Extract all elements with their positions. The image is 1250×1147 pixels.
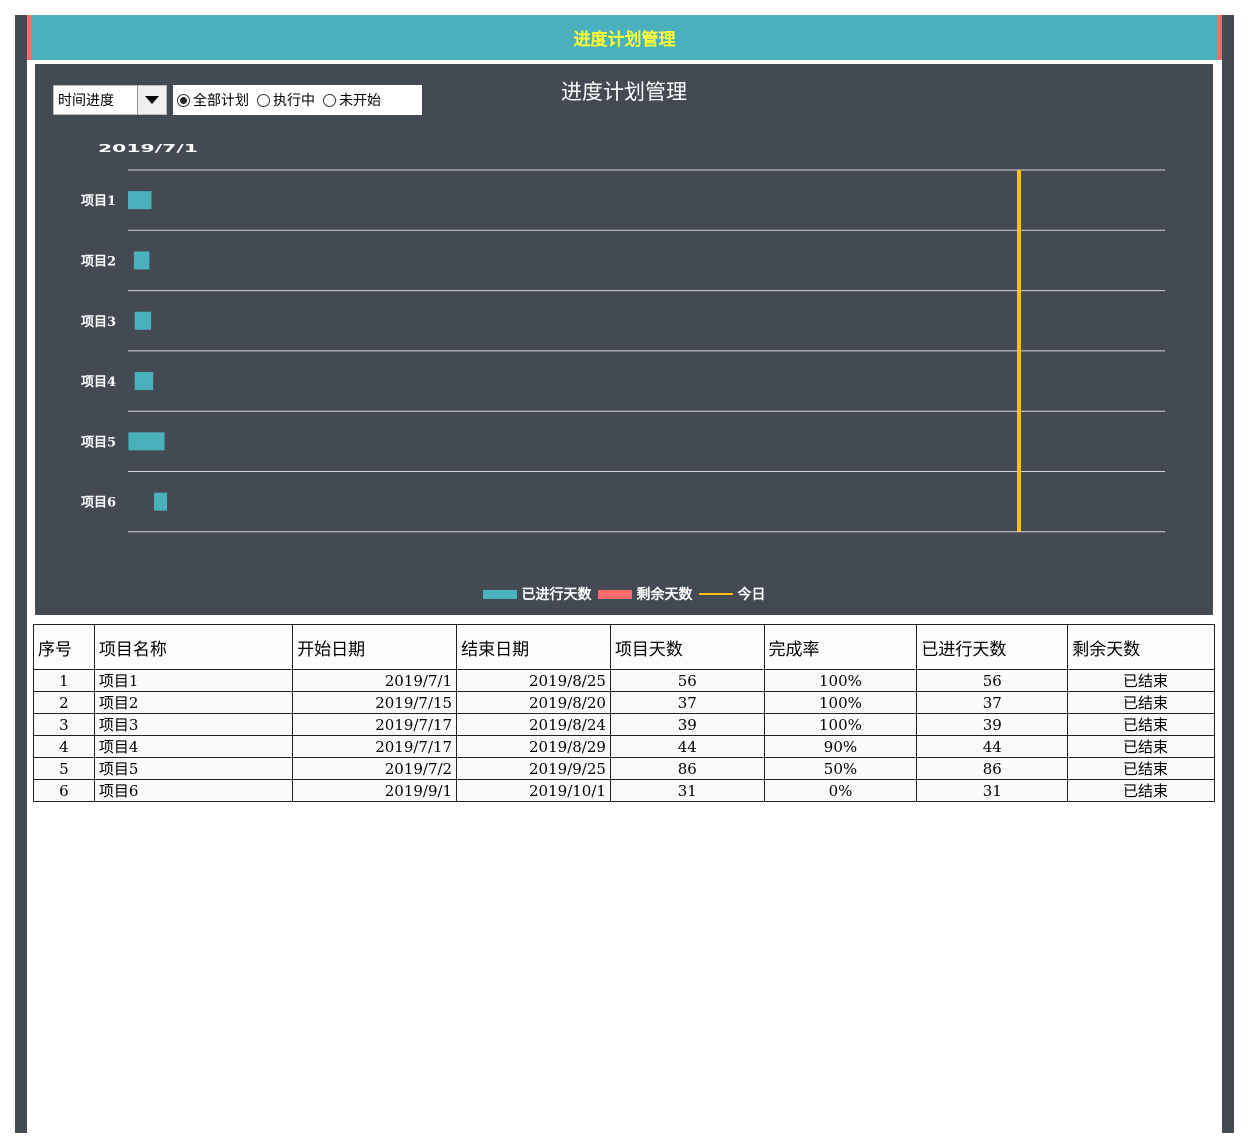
- category-label: 项目4: [81, 375, 116, 390]
- x-axis-tick-label: 2019/7/1: [98, 142, 198, 155]
- table-cell: 2019/7/17: [292, 735, 458, 758]
- category-label: 项目5: [81, 435, 116, 450]
- table-cell: 项目1: [93, 669, 294, 692]
- table-cell: 已结束: [1067, 735, 1215, 758]
- table-cell: 项目6: [93, 779, 294, 802]
- table-cell: 31: [916, 779, 1069, 802]
- table-cell: 56: [916, 669, 1069, 692]
- table-body: 1 项目1 2019/7/1 2019/8/25 56 100% 56 已结束 2 项目2 2019…: [33, 669, 1215, 802]
- column-header: 项目天数: [609, 624, 765, 670]
- column-header: 已进行天数: [916, 624, 1069, 670]
- table-cell: 2019/7/15: [292, 691, 458, 714]
- table-cell: 项目3: [93, 713, 294, 736]
- header-banner: 进度计划管理: [27, 15, 1222, 60]
- table-cell: 86: [609, 757, 765, 780]
- column-header: 完成率: [763, 624, 918, 670]
- table-cell: 4: [33, 735, 95, 758]
- table-cell: 2019/10/1: [456, 779, 611, 802]
- table-cell: 6: [33, 779, 95, 802]
- table-cell: 2019/7/2: [292, 757, 458, 780]
- table-row: 3 项目3 2019/7/17 2019/8/24 39 100% 39 已结束: [33, 713, 1215, 736]
- table-cell: 100%: [763, 691, 918, 714]
- bar-elapsed-days: [134, 311, 152, 330]
- table-cell: 39: [609, 713, 765, 736]
- legend-label: 已进行天数: [521, 587, 592, 603]
- bar-elapsed-days: [128, 191, 152, 210]
- legend-swatch-elapsed: [482, 589, 517, 599]
- legend-label: 剩余天数: [636, 587, 693, 603]
- table-row: 1 项目1 2019/7/1 2019/8/25 56 100% 56 已结束: [33, 669, 1215, 692]
- column-header: 序号: [33, 624, 95, 670]
- category-label: 项目1: [81, 194, 116, 209]
- table-cell: 2: [33, 691, 95, 714]
- table-cell: 2019/9/1: [292, 779, 458, 802]
- column-header: 剩余天数: [1067, 624, 1215, 670]
- table-cell: 3: [33, 713, 95, 736]
- table-row: 6 项目6 2019/9/1 2019/10/1 31 0% 31 已结束: [33, 779, 1215, 802]
- table-cell: 2019/7/17: [292, 713, 458, 736]
- legend-item-elapsed: 已进行天数: [482, 584, 592, 604]
- table-cell: 5: [33, 757, 95, 780]
- table-cell: 86: [916, 757, 1069, 780]
- column-header: 项目名称: [93, 624, 294, 670]
- table-cell: 39: [916, 713, 1069, 736]
- header-title: 进度计划管理: [573, 30, 676, 50]
- left-frame-border: [15, 15, 27, 1133]
- table-cell: 项目5: [93, 757, 294, 780]
- chart-panel: 进度计划管理 时间进度 全部计划 执行中 未开始 2019/7/1 项目1 项目2 项…: [34, 63, 1214, 616]
- legend-label: 今日: [737, 587, 766, 603]
- table-row: 5 项目5 2019/7/2 2019/9/25 86 50% 86 已结束: [33, 757, 1215, 780]
- bar-elapsed-days: [154, 492, 168, 511]
- legend-swatch-today: [698, 593, 733, 595]
- table-cell: 2019/8/24: [456, 713, 611, 736]
- table-cell: 44: [609, 735, 765, 758]
- table-cell: 已结束: [1067, 669, 1215, 692]
- table-cell: 100%: [763, 669, 918, 692]
- table-cell: 2019/7/1: [292, 669, 458, 692]
- table-cell: 1: [33, 669, 95, 692]
- table-cell: 100%: [763, 713, 918, 736]
- legend-swatch-remaining: [597, 589, 632, 599]
- table-cell: 56: [609, 669, 765, 692]
- table-cell: 44: [916, 735, 1069, 758]
- right-frame-border: [1222, 15, 1234, 1133]
- table-cell: 项目2: [93, 691, 294, 714]
- column-header: 开始日期: [292, 624, 458, 670]
- table-cell: 37: [609, 691, 765, 714]
- table-cell: 90%: [763, 735, 918, 758]
- table-header-row: 序号 项目名称 开始日期 结束日期 项目天数 完成率 已进行天数 剩余天数: [33, 624, 1215, 670]
- table-cell: 已结束: [1067, 691, 1215, 714]
- bar-elapsed-days: [128, 432, 165, 451]
- category-label: 项目6: [81, 496, 116, 511]
- category-label: 项目2: [81, 254, 116, 269]
- table-cell: 已结束: [1067, 713, 1215, 736]
- table-cell: 已结束: [1067, 757, 1215, 780]
- table-cell: 2019/8/25: [456, 669, 611, 692]
- legend-item-remaining: 剩余天数: [597, 584, 693, 604]
- legend-item-today: 今日: [698, 584, 766, 604]
- category-label: 项目3: [81, 315, 116, 330]
- chart-legend: 已进行天数 剩余天数 今日: [35, 584, 1213, 604]
- table-cell: 2019/8/29: [456, 735, 611, 758]
- table-cell: 0%: [763, 779, 918, 802]
- column-header: 结束日期: [456, 624, 611, 670]
- table-cell: 31: [609, 779, 765, 802]
- table-cell: 2019/8/20: [456, 691, 611, 714]
- bar-elapsed-days: [133, 251, 150, 270]
- project-table: 序号 项目名称 开始日期 结束日期 项目天数 完成率 已进行天数 剩余天数 1 项目1 2019/…: [33, 624, 1215, 802]
- table-cell: 2019/9/25: [456, 757, 611, 780]
- table-row: 4 项目4 2019/7/17 2019/8/29 44 90% 44 已结束: [33, 735, 1215, 758]
- table-row: 2 项目2 2019/7/15 2019/8/20 37 100% 37 已结束: [33, 691, 1215, 714]
- gantt-chart: 2019/7/1 项目1 项目2 项目3 项目4 项目5 项目6: [81, 142, 1165, 533]
- table-cell: 项目4: [93, 735, 294, 758]
- bar-elapsed-days: [134, 372, 154, 391]
- table-cell: 37: [916, 691, 1069, 714]
- table-cell: 50%: [763, 757, 918, 780]
- table-cell: 已结束: [1067, 779, 1215, 802]
